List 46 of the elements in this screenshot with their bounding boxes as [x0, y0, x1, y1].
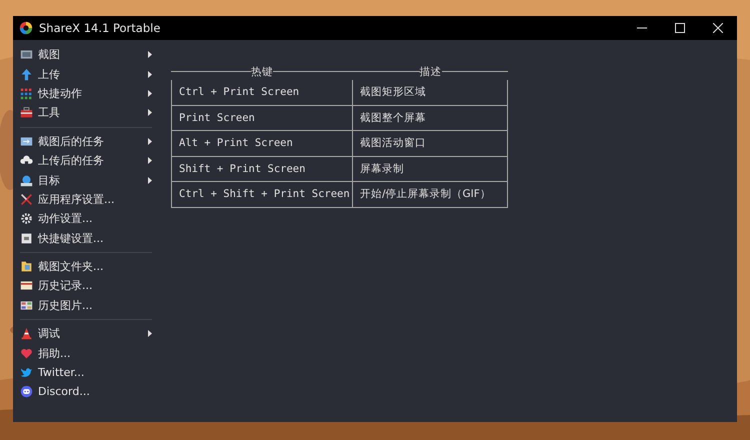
traffic-cone-icon	[20, 327, 33, 340]
menu-item[interactable]: 上传	[16, 64, 152, 84]
menu-item[interactable]: 工具	[16, 103, 152, 123]
arrow-up-icon	[20, 68, 33, 81]
table-cell: 截图活动窗口	[353, 131, 508, 156]
bird-icon	[20, 366, 33, 380]
menu-item[interactable]: Twitter...	[16, 362, 152, 382]
card-icon	[20, 279, 33, 292]
tools-icon	[20, 192, 33, 206]
heart-icon	[20, 346, 33, 360]
table-cell: 开始/停止屏幕录制（GIF）	[353, 182, 508, 208]
menu-item[interactable]: 调试	[16, 324, 152, 344]
menu-item[interactable]: 目标	[16, 170, 152, 190]
table-cell: Ctrl + Shift + Print Screen	[171, 182, 353, 208]
menu-item[interactable]: 截图文件夹...	[16, 256, 152, 276]
menu-item[interactable]: 历史记录...	[16, 276, 152, 296]
table-cell: 截图矩形区域	[353, 80, 508, 106]
settings-icon	[20, 212, 33, 226]
table-cell: Ctrl + Print Screen	[171, 80, 353, 106]
table-cell: Alt + Print Screen	[171, 131, 353, 156]
menu-item[interactable]: 截图后的任务	[16, 132, 152, 151]
menu-item[interactable]: 动作设置...	[16, 209, 152, 229]
table-cell: Shift + Print Screen	[171, 156, 353, 182]
table-cell: 屏幕录制	[353, 156, 508, 182]
menu-item[interactable]: 捐助...	[16, 343, 152, 363]
menu-item[interactable]: 上传后的任务	[16, 150, 152, 170]
toolbox-icon	[20, 106, 33, 120]
column-header: 描述	[420, 66, 442, 78]
app-logo-icon	[19, 21, 33, 35]
menu-item[interactable]: 历史图片...	[16, 296, 152, 316]
capture-icon	[20, 48, 33, 62]
column-header: 热键	[251, 66, 273, 78]
grid-icon	[20, 86, 33, 100]
table-cell: Print Screen	[171, 106, 353, 131]
menu-item[interactable]: 截图	[16, 45, 152, 64]
window-title: ShareX 14.1 Portable	[39, 21, 160, 35]
menu-item[interactable]: 快捷键设置...	[16, 228, 152, 248]
maximize-icon	[675, 23, 685, 33]
menu-item[interactable]: 快捷动作	[16, 84, 152, 104]
menu-item[interactable]: Discord...	[16, 382, 152, 402]
table-cell: 截图整个屏幕	[353, 106, 508, 131]
menu-item[interactable]: 应用程序设置...	[16, 190, 152, 210]
folder-icon	[20, 260, 33, 274]
discord-icon	[20, 385, 33, 398]
close-icon	[713, 23, 723, 33]
gallery-icon	[20, 298, 33, 312]
